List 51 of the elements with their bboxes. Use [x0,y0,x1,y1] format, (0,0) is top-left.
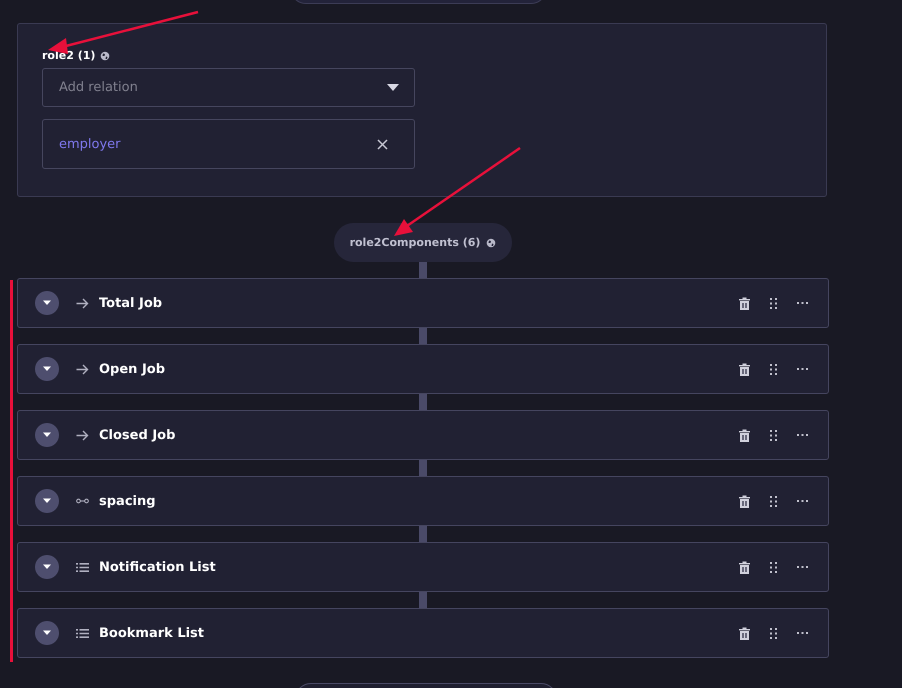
expand-button[interactable] [35,489,59,513]
drag-handle-icon[interactable] [770,364,777,374]
list-icon [76,562,89,572]
close-icon[interactable] [377,138,388,150]
component-title: Open Job [99,362,166,376]
caret-icon [387,84,399,91]
component-row[interactable]: Notification List [17,542,829,592]
caret-icon [42,432,52,438]
caret-icon [42,564,52,570]
arrow-icon [76,430,89,440]
expand-button[interactable] [35,621,59,645]
spacing-icon [76,498,89,504]
trash-icon[interactable] [739,362,750,376]
component-row[interactable]: Open Job [17,344,829,394]
list-icon [76,628,89,638]
trash-icon[interactable] [739,560,750,574]
relation-field[interactable]: employer [42,119,415,169]
globe-icon [100,50,110,60]
drag-handle-icon[interactable] [770,298,777,308]
expand-button[interactable] [35,423,59,447]
component-title: Total Job [99,296,162,310]
component-row[interactable]: Closed Job [17,410,829,460]
trash-icon[interactable] [739,494,750,508]
relation-tag: employer [59,136,121,152]
drag-handle-icon[interactable] [770,496,777,506]
group-pill[interactable]: role2Components (6) [334,223,512,262]
drag-handle-icon[interactable] [770,628,777,638]
component-title: Closed Job [99,428,176,442]
component-row[interactable]: Bookmark List [17,608,829,658]
relation-label: role2 (1) [42,49,96,62]
expand-button[interactable] [35,555,59,579]
expand-button[interactable] [35,357,59,381]
arrow-icon [76,298,89,308]
caret-icon [42,300,52,306]
component-row[interactable]: Total Job [17,278,829,328]
drag-handle-icon[interactable] [770,562,777,572]
arrow-icon [76,364,89,374]
trash-icon[interactable] [739,626,750,640]
trash-icon[interactable] [739,428,750,442]
caret-icon [42,366,52,372]
caret-icon [42,498,52,504]
component-row[interactable]: spacing [17,476,829,526]
expand-button[interactable] [35,291,59,315]
trash-icon[interactable] [739,296,750,310]
component-title: spacing [99,494,156,508]
drag-handle-icon[interactable] [770,430,777,440]
globe-icon [486,238,496,248]
component-title: Bookmark List [99,626,204,640]
caret-icon [42,630,52,636]
relation-dropdown[interactable]: Add relation [42,68,415,107]
component-title: Notification List [99,560,216,574]
